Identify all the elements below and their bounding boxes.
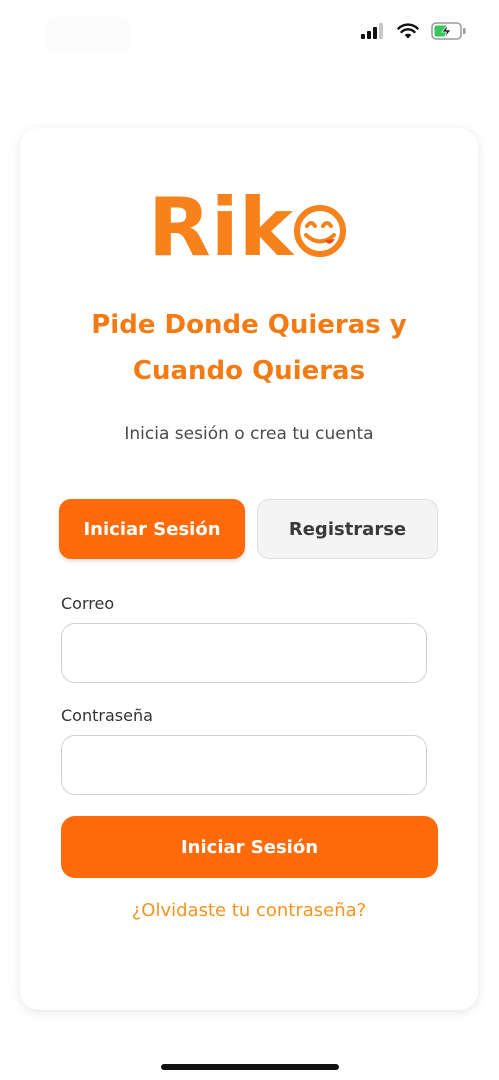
- headline: Pide Donde Quieras y Cuando Quieras: [20, 302, 478, 394]
- tab-register[interactable]: Registrarse: [257, 499, 438, 559]
- cellular-signal-icon: [361, 23, 383, 39]
- email-label: Correo: [61, 594, 115, 613]
- svg-text:Rik: Rik: [148, 184, 295, 266]
- status-time-area: [46, 16, 130, 52]
- password-label: Contraseña: [61, 706, 153, 725]
- email-field[interactable]: [61, 623, 427, 683]
- tab-login[interactable]: Iniciar Sesión: [59, 499, 245, 559]
- battery-charging-icon: [431, 22, 466, 40]
- subtitle: Inicia sesión o crea tu cuenta: [124, 424, 374, 444]
- wifi-icon: [397, 23, 419, 39]
- headline-line-2: Cuando Quieras: [132, 356, 366, 386]
- forgot-password-link[interactable]: ¿Olvidaste tu contraseña?: [20, 900, 478, 921]
- headline-line-1: Pide Donde Quieras y: [91, 310, 407, 340]
- home-indicator[interactable]: [161, 1064, 339, 1070]
- password-field[interactable]: [61, 735, 427, 795]
- login-card: Rik Pide Donde Quieras y Cuando Quieras …: [20, 128, 478, 1010]
- login-submit-button[interactable]: Iniciar Sesión: [61, 816, 438, 878]
- status-bar: [0, 0, 499, 70]
- status-icons: [361, 22, 467, 40]
- riko-logo: Rik: [148, 184, 346, 266]
